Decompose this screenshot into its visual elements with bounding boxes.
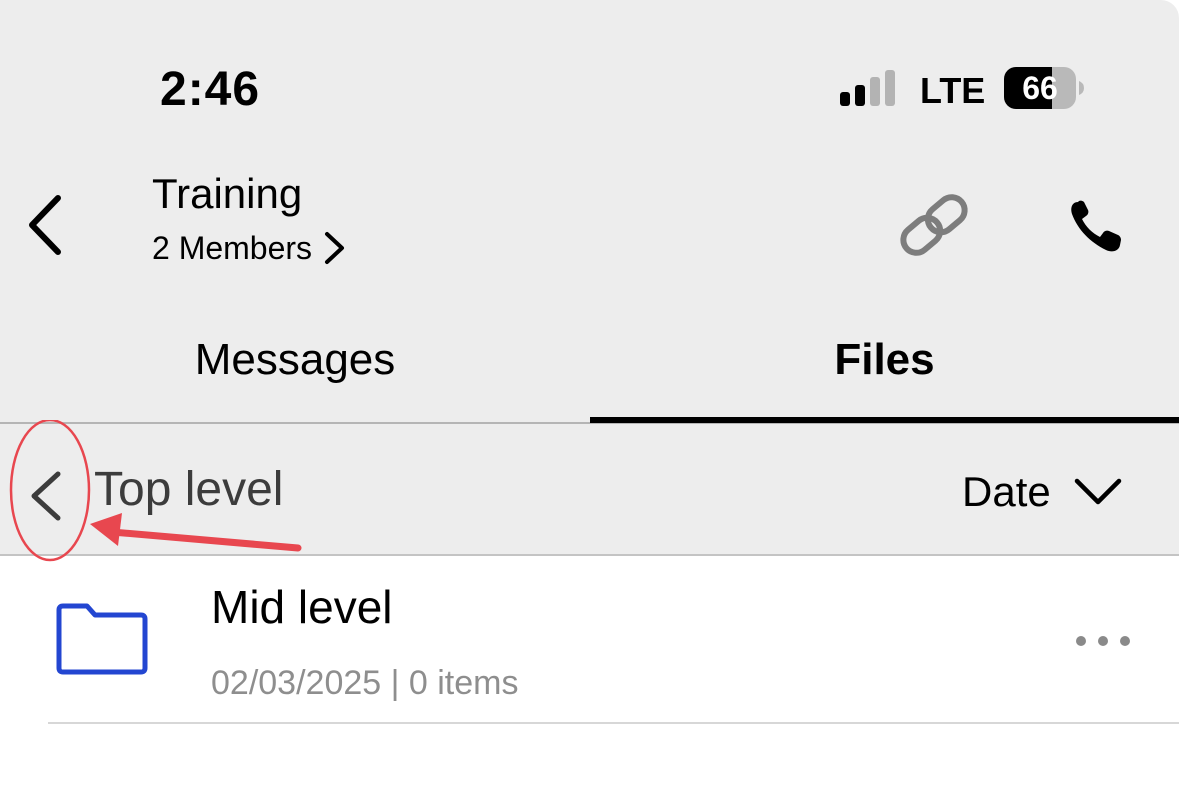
active-tab-indicator: [590, 417, 1179, 423]
chevron-down-icon: [1074, 478, 1121, 505]
folder-back-button[interactable]: [22, 468, 72, 524]
chevron-right-icon: [325, 232, 345, 264]
tab-files[interactable]: Files: [590, 330, 1179, 390]
sort-label: Date: [962, 468, 1051, 515]
current-folder-label: Top level: [94, 463, 284, 516]
file-name: Mid level: [211, 581, 393, 633]
cellular-signal-icon: [840, 70, 895, 106]
sort-dropdown[interactable]: Date: [962, 462, 1123, 522]
more-options-icon[interactable]: [1070, 624, 1140, 658]
tab-messages[interactable]: Messages: [0, 330, 590, 390]
members-count: 2 Members: [152, 229, 313, 266]
status-time: 2:46: [160, 63, 261, 116]
battery-percentage: 66: [1022, 70, 1058, 106]
row-divider: [48, 722, 1179, 724]
network-type: LTE: [920, 70, 986, 111]
file-meta: 02/03/2025 | 0 items: [211, 664, 519, 702]
members-button[interactable]: 2 Members: [152, 228, 348, 268]
chat-title[interactable]: Training: [152, 170, 302, 218]
list-item[interactable]: [0, 558, 1179, 724]
folder-icon: [56, 603, 148, 675]
link-button[interactable]: [894, 190, 974, 260]
back-button[interactable]: [18, 188, 72, 262]
phone-button[interactable]: [1064, 196, 1128, 256]
